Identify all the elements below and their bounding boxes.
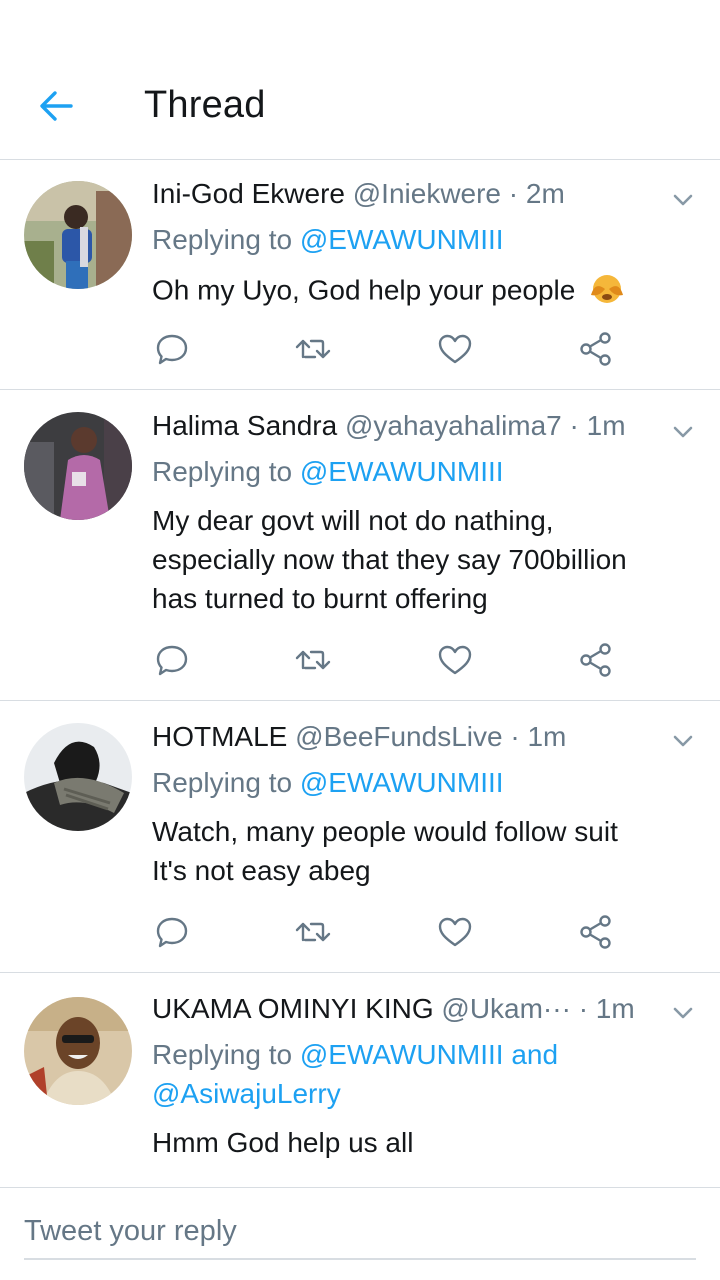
tweet-text: Oh my Uyo, God help your people (152, 269, 692, 315)
replying-to-label: Replying to (152, 456, 293, 487)
avatar[interactable] (24, 412, 132, 520)
timestamp: 2m (525, 178, 565, 209)
separator-dot: · (578, 993, 589, 1024)
see-no-evil-emoji-icon (587, 269, 627, 315)
mention-link[interactable]: @AsiwajuLerry (152, 1078, 341, 1109)
username[interactable]: @BeeFundsLive (295, 721, 502, 752)
separator-dot: · (510, 721, 520, 752)
tweet-actions (152, 912, 632, 952)
retweet-icon[interactable] (293, 329, 333, 369)
avatar[interactable] (24, 723, 132, 831)
display-name[interactable]: Halima Sandra (152, 410, 337, 441)
tweet-header: Ini-God Ekwere @Iniekwere · 2m (152, 177, 565, 211)
separator-dot: · (569, 410, 579, 441)
tweet-text-line: Watch, many people would follow suit (152, 816, 618, 847)
avatar[interactable] (24, 181, 132, 289)
avatar[interactable] (24, 997, 132, 1105)
chevron-down-icon[interactable] (666, 724, 700, 758)
username[interactable]: @Ukam··· (441, 993, 571, 1024)
display-name[interactable]: UKAMA OMINYI KING (152, 993, 434, 1024)
tweet-actions (152, 329, 632, 369)
tweet-actions (152, 640, 632, 680)
mention-link[interactable]: @EWAWUNMIII (300, 224, 504, 255)
tweet-header: HOTMALE @BeeFundsLive · 1m (152, 720, 566, 754)
chevron-down-icon[interactable] (666, 996, 700, 1030)
tweet[interactable]: UKAMA OMINYI KING @Ukam··· · 1m Replying… (0, 973, 720, 1188)
tweet-text-content: Oh my Uyo, God help your people (152, 274, 576, 306)
timestamp: 1m (527, 721, 567, 752)
tweet[interactable]: Ini-God Ekwere @Iniekwere · 2m Replying … (0, 160, 720, 390)
reply-icon[interactable] (152, 912, 192, 952)
display-name[interactable]: Ini-God Ekwere (152, 178, 345, 209)
reply-icon[interactable] (152, 640, 192, 680)
reply-icon[interactable] (152, 329, 192, 369)
tweet[interactable]: Halima Sandra @yahayahalima7 · 1m Replyi… (0, 390, 720, 701)
timestamp: 1m (595, 993, 635, 1024)
header: Thread (0, 0, 720, 160)
replying-to: Replying to @EWAWUNMIII (152, 220, 504, 259)
replying-to: Replying to @EWAWUNMIII (152, 763, 504, 802)
like-icon[interactable] (435, 329, 475, 369)
mention-link[interactable]: @EWAWUNMIII (300, 1039, 504, 1070)
chevron-down-icon[interactable] (666, 183, 700, 217)
replying-to-label: Replying to (152, 224, 293, 255)
share-icon[interactable] (576, 329, 616, 369)
tweet[interactable]: HOTMALE @BeeFundsLive · 1m Replying to @… (0, 701, 720, 973)
tweet-text: My dear govt will not do nathing, especi… (152, 501, 692, 618)
reply-input[interactable] (24, 1204, 696, 1260)
tweet-text-line: It's not easy abeg (152, 855, 371, 886)
mention-link[interactable]: @EWAWUNMIII (300, 456, 504, 487)
share-icon[interactable] (576, 640, 616, 680)
back-arrow-icon (40, 91, 73, 121)
replying-to: Replying to @EWAWUNMIII (152, 452, 504, 491)
tweet-text-line: My dear govt will not do nathing, (152, 505, 554, 536)
tweet-text: Watch, many people would follow suit It'… (152, 812, 692, 890)
replying-to: Replying to @EWAWUNMIII and @AsiwajuLerr… (152, 1035, 558, 1113)
tweet-header: Halima Sandra @yahayahalima7 · 1m (152, 409, 626, 443)
separator-dot: · (508, 178, 519, 209)
username[interactable]: @yahayahalima7 (345, 410, 562, 441)
like-icon[interactable] (435, 912, 475, 952)
page-title: Thread (144, 84, 266, 126)
replying-to-label: Replying to (152, 767, 293, 798)
tweet-header: UKAMA OMINYI KING @Ukam··· · 1m (152, 992, 635, 1026)
replying-and-label: and (511, 1039, 559, 1070)
chevron-down-icon[interactable] (666, 415, 700, 449)
tweet-text-line: has turned to burnt offering (152, 583, 488, 614)
display-name[interactable]: HOTMALE (152, 721, 287, 752)
username[interactable]: @Iniekwere (353, 178, 501, 209)
tweet-text-content: Hmm God help us all (152, 1127, 414, 1158)
mention-link[interactable]: @EWAWUNMIII (300, 767, 504, 798)
reply-composer (0, 1188, 720, 1280)
tweet-text-line: especially now that they say 700billion (152, 544, 627, 575)
share-icon[interactable] (576, 912, 616, 952)
timestamp: 1m (586, 410, 626, 441)
like-icon[interactable] (435, 640, 475, 680)
replying-to-label: Replying to (152, 1039, 293, 1070)
retweet-icon[interactable] (293, 912, 333, 952)
back-button[interactable] (32, 82, 80, 130)
retweet-icon[interactable] (293, 640, 333, 680)
tweet-text: Hmm God help us all (152, 1123, 692, 1162)
